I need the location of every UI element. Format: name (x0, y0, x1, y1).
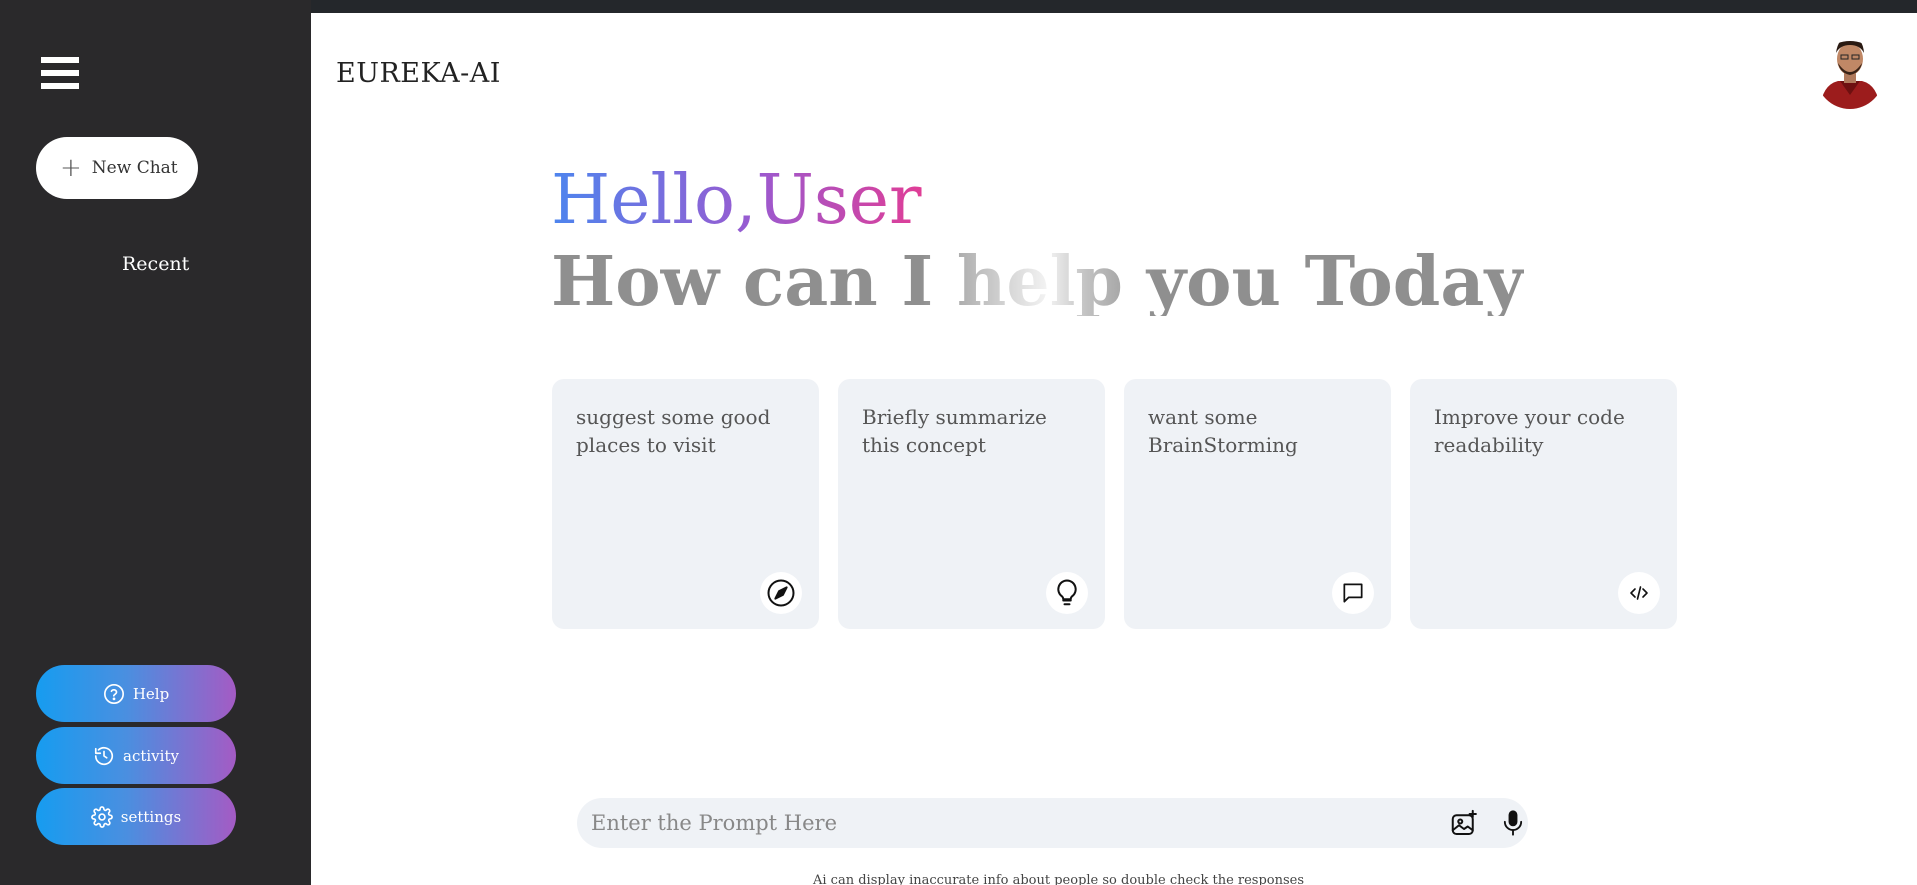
card-text: want some BrainStorming (1148, 405, 1298, 457)
code-icon (1618, 572, 1660, 614)
card-text: Improve your code readability (1434, 405, 1625, 457)
suggestion-card-summarize[interactable]: Briefly summarize this concept (838, 379, 1105, 629)
plus-icon: + (60, 153, 82, 183)
suggestion-card-places[interactable]: suggest some good places to visit (552, 379, 819, 629)
history-icon (94, 746, 114, 765)
prompt-input[interactable] (591, 798, 1411, 848)
gear-icon (90, 805, 113, 828)
message-icon (1332, 572, 1374, 614)
hamburger-menu-icon[interactable] (41, 57, 79, 89)
prompt-bar (577, 798, 1528, 848)
main-area: EUREKA-AI Hello,User How can I help you … (311, 13, 1917, 885)
greeting-hello: Hello,User (551, 167, 922, 235)
suggestion-card-brainstorm[interactable]: want some BrainStorming (1124, 379, 1391, 629)
mic-icon[interactable] (1499, 809, 1527, 837)
greeting-hello-text: Hello,User (551, 161, 922, 240)
help-circle-icon (103, 683, 124, 704)
activity-label: activity (123, 746, 179, 765)
new-chat-label: New Chat (91, 158, 178, 178)
greeting-subtitle: How can I help you Today (551, 242, 1524, 322)
new-chat-button[interactable]: + New Chat (36, 137, 198, 199)
card-text: suggest some good places to visit (576, 405, 771, 457)
disclaimer-text: Ai can display inaccurate info about peo… (813, 873, 1305, 885)
card-text: Briefly summarize this concept (862, 405, 1047, 457)
help-button[interactable]: Help (36, 665, 236, 722)
sidebar: + New Chat Recent Help activity settings (0, 0, 311, 885)
settings-label: settings (120, 807, 182, 826)
user-avatar[interactable] (1816, 23, 1884, 109)
activity-button[interactable]: activity (36, 727, 236, 784)
recent-heading: Recent (122, 253, 190, 275)
lightbulb-icon (1046, 572, 1088, 614)
help-label: Help (132, 684, 170, 703)
compass-icon (760, 572, 802, 614)
suggestion-card-code[interactable]: Improve your code readability (1410, 379, 1677, 629)
brand-title: EUREKA-AI (336, 58, 501, 89)
gallery-icon[interactable] (1449, 809, 1479, 839)
settings-button[interactable]: settings (36, 788, 236, 845)
